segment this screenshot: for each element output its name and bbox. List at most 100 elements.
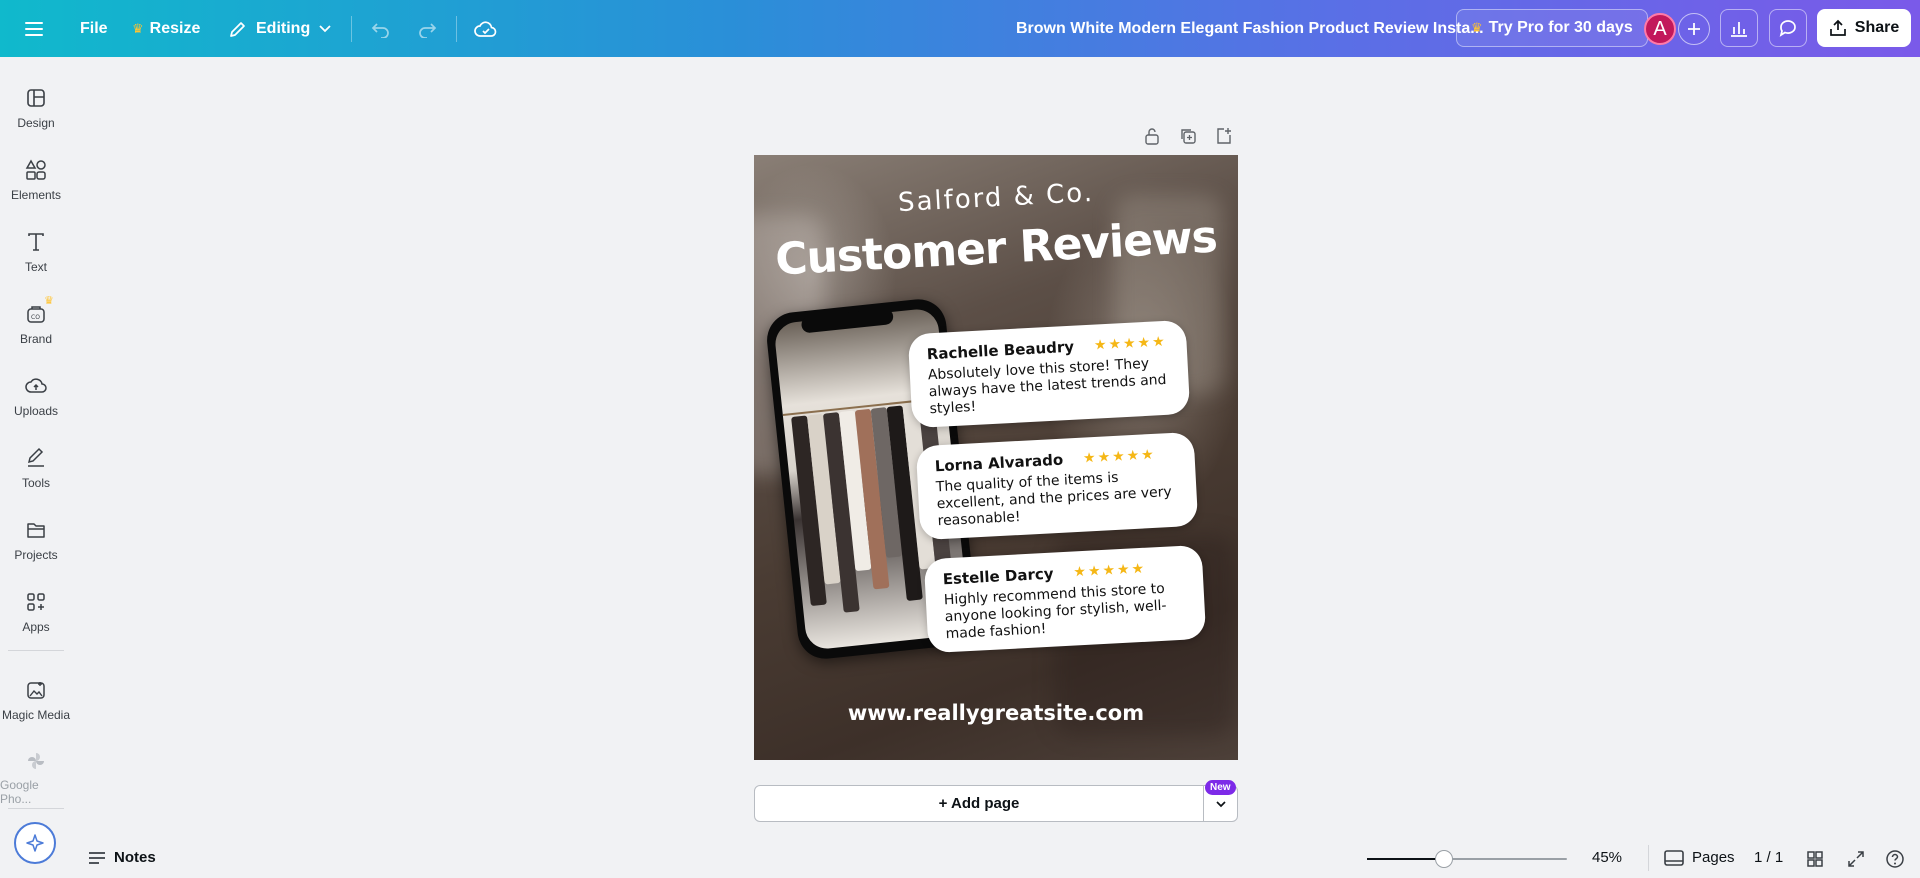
sidebar-item-label: Magic Media [1, 708, 71, 722]
bar-chart-icon [1731, 22, 1747, 37]
star-rating: ★★★★★ [1082, 446, 1157, 467]
sidebar-item-text[interactable]: Text [0, 216, 72, 284]
divider [8, 808, 64, 809]
sidebar-item-label: Apps [22, 620, 50, 634]
new-badge: New [1205, 780, 1236, 795]
reviewer-name: Lorna Alvarado [934, 450, 1064, 476]
sidebar-item-label: Projects [14, 548, 58, 562]
design-page[interactable]: Salford & Co. Customer Reviews Rachelle … [754, 155, 1238, 760]
pen-icon [24, 446, 48, 470]
crown-icon: ♛ [132, 20, 144, 36]
menu-button[interactable] [24, 0, 44, 57]
sidebar-item-projects[interactable]: Projects [0, 504, 72, 572]
pages-label: Pages [1692, 849, 1735, 866]
redo-button[interactable] [416, 0, 438, 57]
zoom-slider-thumb[interactable] [1434, 850, 1453, 868]
sidebar-item-google-photos[interactable]: Google Pho... [0, 736, 72, 806]
review-card[interactable]: Rachelle Beaudry ★★★★★ Absolutely love th… [907, 319, 1191, 429]
review-text: Highly recommend this store to anyone lo… [943, 580, 1167, 643]
magic-media-icon [24, 678, 48, 702]
sidebar-item-elements[interactable]: Elements [0, 144, 72, 212]
share-label: Share [1854, 19, 1900, 36]
grid-icon [1807, 851, 1823, 867]
review-card[interactable]: Lorna Alvarado ★★★★★ The quality of the i… [915, 431, 1199, 541]
add-page-above-button[interactable] [1213, 125, 1235, 147]
sparkle-icon [26, 834, 44, 852]
chevron-down-icon [319, 24, 331, 32]
try-pro-button[interactable]: ♛ Try Pro for 30 days [1456, 9, 1648, 47]
star-rating: ★★★★★ [1093, 333, 1168, 354]
share-button[interactable]: Share [1817, 9, 1911, 47]
lock-page-button[interactable] [1141, 125, 1163, 147]
divider [1648, 845, 1649, 871]
try-pro-label: Try Pro for 30 days [1488, 19, 1633, 36]
plus-icon [1688, 23, 1700, 35]
sidebar-item-label: Elements [10, 188, 62, 202]
sidebar-item-design[interactable]: Design [0, 72, 72, 140]
sidebar-item-uploads[interactable]: Uploads [0, 360, 72, 428]
fullscreen-button[interactable] [1847, 850, 1865, 868]
grid-view-button[interactable] [1806, 850, 1824, 868]
pencil-icon [230, 21, 245, 37]
review-text: The quality of the items is excellent, a… [935, 469, 1173, 530]
magic-assistant-button[interactable] [14, 822, 56, 864]
top-bar: File ♛ Resize Editing Brown White Modern… [0, 0, 1920, 57]
review-card[interactable]: Estelle Darcy ★★★★★ Highly recommend this… [923, 544, 1207, 654]
add-page-button[interactable]: + Add page [754, 785, 1204, 822]
sidebar-item-apps[interactable]: Apps [0, 576, 72, 644]
sidebar-item-label: Tools [21, 476, 50, 490]
hamburger-icon [25, 21, 43, 36]
pages-button[interactable]: Pages [1664, 849, 1735, 866]
duplicate-page-button[interactable] [1177, 125, 1199, 147]
sidebar-item-brand[interactable]: CO ♛ Brand [0, 288, 72, 356]
document-title-text: Brown White Modern Elegant Fashion Produ… [1016, 19, 1484, 37]
editing-mode-button[interactable]: Editing [228, 0, 332, 57]
crown-icon: ♛ [44, 295, 54, 307]
folder-icon [24, 518, 48, 542]
notes-label: Notes [114, 849, 156, 866]
comment-icon [1779, 20, 1796, 37]
notes-icon [89, 851, 105, 864]
sidebar-item-magic-media[interactable]: Magic Media [0, 664, 72, 732]
sidebar-item-label: Brand [19, 332, 53, 346]
add-page-icon [1217, 128, 1231, 144]
undo-button[interactable] [370, 0, 392, 57]
zoom-slider-fill [1367, 858, 1444, 860]
unlock-icon [1145, 128, 1159, 145]
crown-icon: ♛ [1471, 20, 1483, 35]
avatar[interactable]: A [1644, 13, 1676, 45]
sidebar-item-label: Text [24, 260, 47, 274]
shapes-icon [24, 158, 48, 182]
google-photos-icon [24, 750, 48, 772]
apps-icon [24, 590, 48, 614]
sidebar-item-tools[interactable]: Tools [0, 432, 72, 500]
divider [8, 650, 64, 651]
cloud-save-button[interactable] [474, 0, 498, 57]
resize-button[interactable]: ♛ Resize [132, 0, 200, 57]
star-rating: ★★★★★ [1073, 560, 1147, 581]
pages-icon [1664, 849, 1684, 866]
page-counter: 1 / 1 [1754, 849, 1784, 866]
insights-button[interactable] [1720, 9, 1758, 47]
notes-button[interactable]: Notes [88, 849, 156, 866]
website-url[interactable]: www.reallygreatsite.com [754, 701, 1238, 725]
help-button[interactable] [1885, 849, 1905, 869]
sidebar-item-label: Uploads [13, 404, 59, 418]
resize-label: Resize [149, 19, 201, 37]
reviewer-name: Estelle Darcy [942, 564, 1054, 589]
undo-icon [371, 22, 389, 38]
invite-button[interactable] [1678, 13, 1710, 45]
file-menu[interactable]: File [80, 0, 108, 57]
document-title[interactable]: Brown White Modern Elegant Fashion Produ… [1016, 0, 1484, 57]
expand-icon [1848, 851, 1864, 867]
svg-text:CO: CO [31, 314, 40, 321]
editing-label: Editing [256, 19, 311, 37]
zoom-level[interactable]: 45% [1592, 849, 1622, 866]
sidebar-item-label: Design [17, 116, 55, 130]
comments-button[interactable] [1769, 9, 1807, 47]
duplicate-icon [1181, 129, 1196, 144]
chevron-down-icon [1215, 800, 1226, 807]
redo-icon [419, 22, 437, 38]
layout-icon [24, 86, 48, 110]
share-icon [1829, 19, 1846, 36]
